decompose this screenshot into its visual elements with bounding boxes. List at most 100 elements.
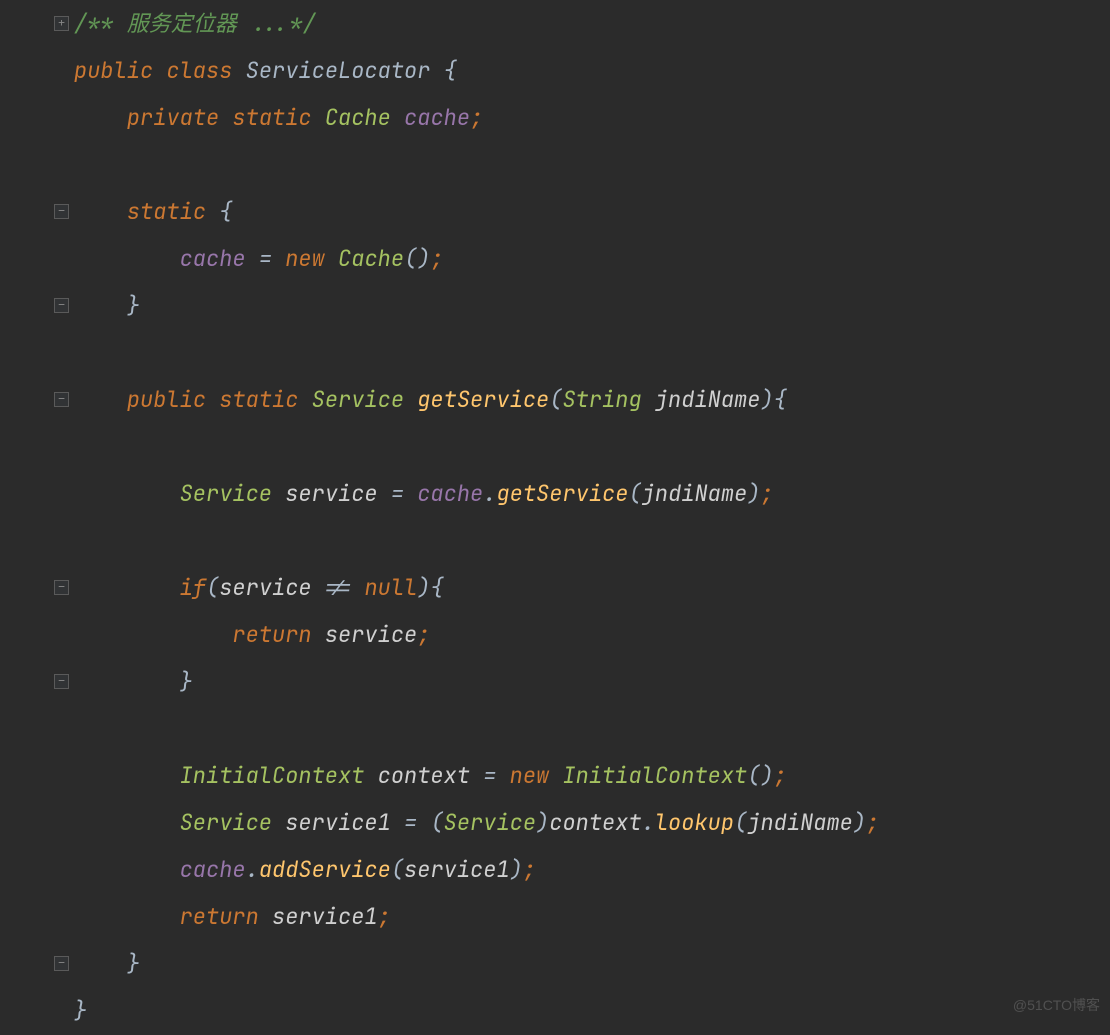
token-punc: )	[417, 573, 430, 602]
code-line[interactable]: Service service = cache.getService(jndiN…	[74, 470, 879, 517]
token-type: Service	[180, 479, 272, 508]
token-white	[272, 479, 285, 508]
code-line[interactable]: private static Cache cache;	[74, 94, 879, 141]
token-punc: (	[549, 385, 562, 414]
token-punc: .	[642, 808, 655, 837]
token-white	[74, 385, 127, 414]
token-param: context	[378, 761, 470, 790]
token-punc: =	[483, 761, 496, 790]
token-param: jndiName	[747, 808, 853, 837]
token-punc: {	[430, 573, 443, 602]
token-white	[74, 620, 232, 649]
code-line[interactable]: }	[74, 987, 879, 1034]
token-param: context	[549, 808, 641, 837]
token-punc: }	[74, 996, 87, 1025]
token-white	[74, 479, 180, 508]
token-ident: lookup	[655, 808, 734, 837]
token-white	[325, 244, 338, 273]
token-param: service	[285, 479, 377, 508]
token-kw: new	[510, 761, 550, 790]
token-white	[74, 291, 127, 320]
token-punc: )	[853, 808, 866, 837]
code-line[interactable]: if(service != null){	[74, 564, 879, 611]
code-line[interactable]: }	[74, 940, 879, 987]
token-punc: )	[747, 479, 760, 508]
token-white	[74, 244, 180, 273]
token-white	[74, 103, 127, 132]
code-line[interactable]: /** 服务定位器 ...*/	[74, 0, 879, 47]
code-editor[interactable]: /** 服务定位器 ...*/ public class ServiceLocat…	[0, 0, 1110, 1034]
code-line[interactable]: public static Service getService(String …	[74, 376, 879, 423]
token-white	[219, 103, 232, 132]
token-cmt: /** 服务定位器 ...*/	[74, 9, 316, 38]
code-line[interactable]: }	[74, 282, 879, 329]
code-line[interactable]: return service;	[74, 611, 879, 658]
token-type: InitialContext	[562, 761, 747, 790]
token-kw: static	[219, 385, 298, 414]
code-line[interactable]: static {	[74, 188, 879, 235]
token-white	[312, 103, 325, 132]
token-kw: static	[232, 103, 311, 132]
token-kw: return	[232, 620, 311, 649]
token-semi: ;	[417, 620, 430, 649]
token-type: Service	[180, 808, 272, 837]
token-punc: .	[483, 479, 496, 508]
token-white	[404, 385, 417, 414]
token-kw: private	[127, 103, 219, 132]
token-ident: addService	[259, 855, 391, 884]
code-line[interactable]: InitialContext context = new InitialCont…	[74, 752, 879, 799]
token-white	[272, 808, 285, 837]
fold-collapse-icon[interactable]	[54, 204, 69, 219]
token-punc: =	[259, 244, 272, 273]
token-ident: getService	[496, 479, 628, 508]
token-semi: ;	[774, 761, 787, 790]
token-white	[298, 385, 311, 414]
fold-expand-icon[interactable]	[54, 16, 69, 31]
token-punc: ()	[404, 244, 430, 273]
code-line[interactable]	[74, 705, 879, 752]
token-kw: static	[127, 197, 206, 226]
code-line[interactable]: Service service1 = (Service)context.look…	[74, 799, 879, 846]
token-white	[74, 667, 180, 696]
token-semi: ;	[866, 808, 879, 837]
fold-collapse-icon[interactable]	[54, 674, 69, 689]
token-white	[153, 56, 166, 85]
code-area[interactable]: /** 服务定位器 ...*/ public class ServiceLocat…	[70, 0, 879, 1034]
code-line[interactable]: return service1;	[74, 893, 879, 940]
token-param: service	[219, 573, 311, 602]
token-param: service	[325, 620, 417, 649]
token-punc: !=	[325, 573, 351, 602]
token-punc: }	[127, 949, 140, 978]
code-line[interactable]: cache = new Cache();	[74, 235, 879, 282]
token-white	[74, 761, 180, 790]
token-type: InitialContext	[180, 761, 365, 790]
code-line[interactable]	[74, 517, 879, 564]
token-param: service1	[272, 902, 378, 931]
token-punc: (	[734, 808, 747, 837]
code-line[interactable]	[74, 423, 879, 470]
fold-collapse-icon[interactable]	[54, 580, 69, 595]
token-white	[312, 620, 325, 649]
fold-collapse-icon[interactable]	[54, 298, 69, 313]
code-line[interactable]: }	[74, 658, 879, 705]
token-punc: }	[127, 291, 140, 320]
token-kw: new	[285, 244, 325, 273]
token-kw: if	[180, 573, 206, 602]
code-line[interactable]	[74, 141, 879, 188]
fold-collapse-icon[interactable]	[54, 956, 69, 971]
token-punc: )	[760, 385, 773, 414]
token-white	[272, 244, 285, 273]
code-line[interactable]: public class ServiceLocator {	[74, 47, 879, 94]
token-white	[312, 573, 325, 602]
token-kw: return	[180, 902, 259, 931]
token-punc: .	[246, 855, 259, 884]
fold-collapse-icon[interactable]	[54, 392, 69, 407]
token-punc: =	[391, 479, 404, 508]
code-line[interactable]: cache.addService(service1);	[74, 846, 879, 893]
token-type: Cache	[325, 103, 391, 132]
token-white	[417, 808, 430, 837]
code-line[interactable]	[74, 329, 879, 376]
token-white	[404, 479, 417, 508]
token-white	[642, 385, 655, 414]
token-type: Service	[312, 385, 404, 414]
